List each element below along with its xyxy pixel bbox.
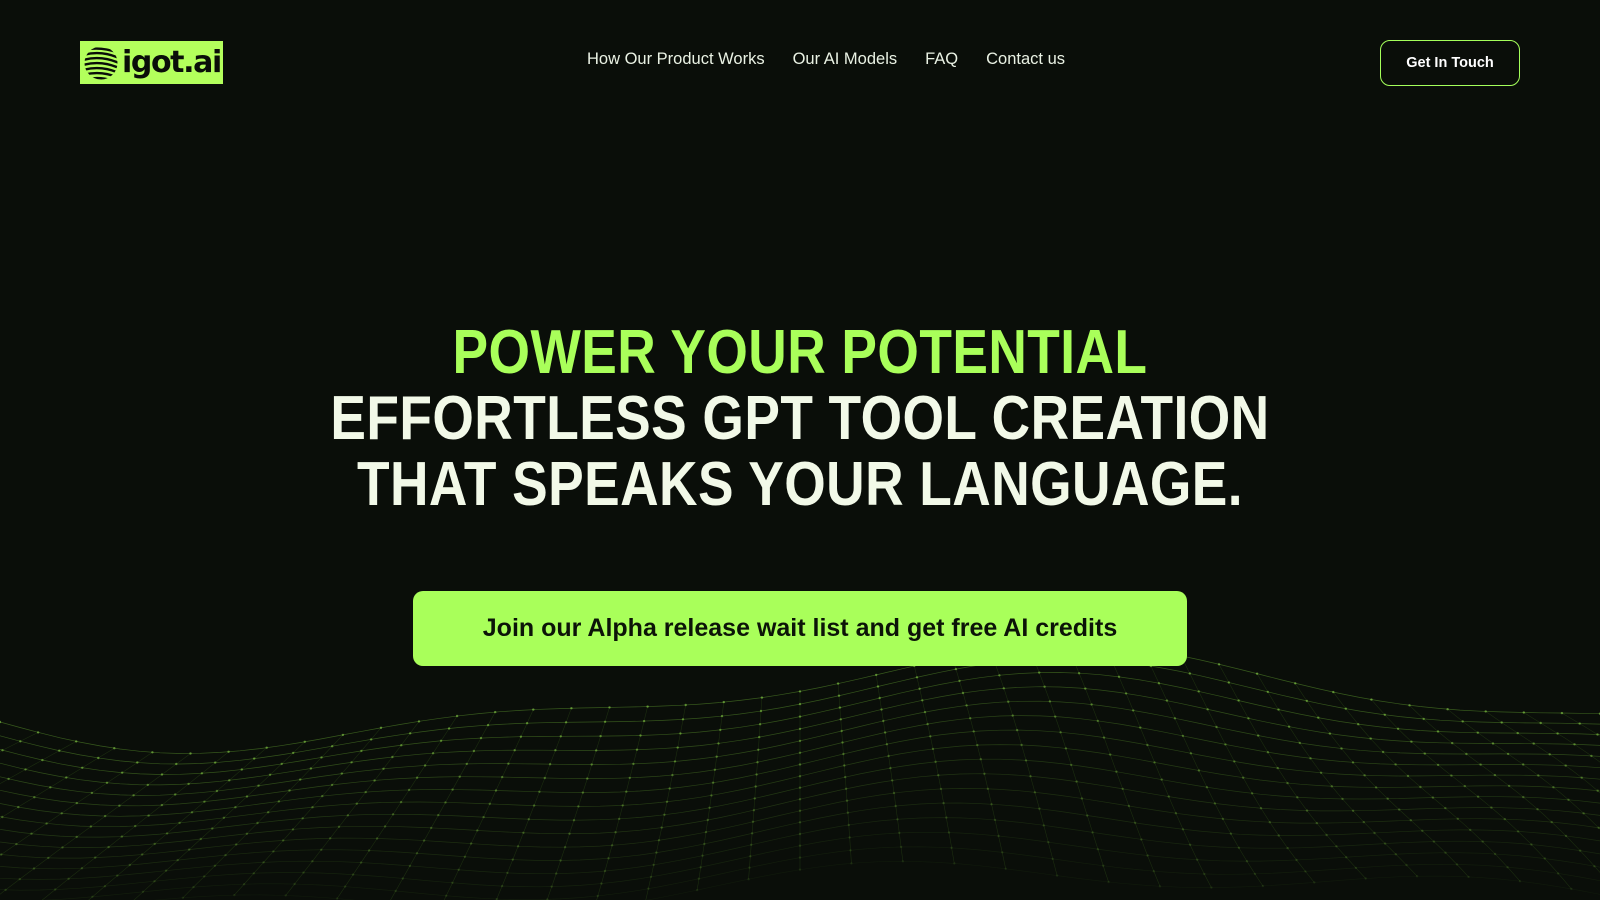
hero-line-3: THAT SPEAKS YOUR LANGUAGE. — [356, 450, 1244, 519]
nav-faq[interactable]: FAQ — [925, 50, 958, 69]
hero-line-2: EFFORTLESS GPT TOOL CREATION — [330, 384, 1270, 453]
hero-line-1: POWER YOUR POTENTIAL — [452, 318, 1148, 387]
join-waitlist-button[interactable]: Join our Alpha release wait list and get… — [413, 591, 1187, 666]
nav-contact[interactable]: Contact us — [986, 50, 1065, 69]
main-nav: How Our Product Works Our AI Models FAQ … — [587, 50, 1065, 69]
hero-headline: POWER YOUR POTENTIAL EFFORTLESS GPT TOOL… — [112, 320, 1488, 518]
nav-how-it-works[interactable]: How Our Product Works — [587, 50, 765, 69]
striped-globe-icon — [84, 46, 118, 79]
logo-wordmark: igot.ai — [122, 44, 222, 80]
landing-page: igot.ai How Our Product Works Our AI Mod… — [0, 0, 1600, 900]
wave-mesh-background — [0, 642, 1600, 900]
logo[interactable]: igot.ai — [80, 41, 223, 84]
get-in-touch-button[interactable]: Get In Touch — [1380, 40, 1520, 86]
nav-ai-models[interactable]: Our AI Models — [793, 50, 898, 69]
